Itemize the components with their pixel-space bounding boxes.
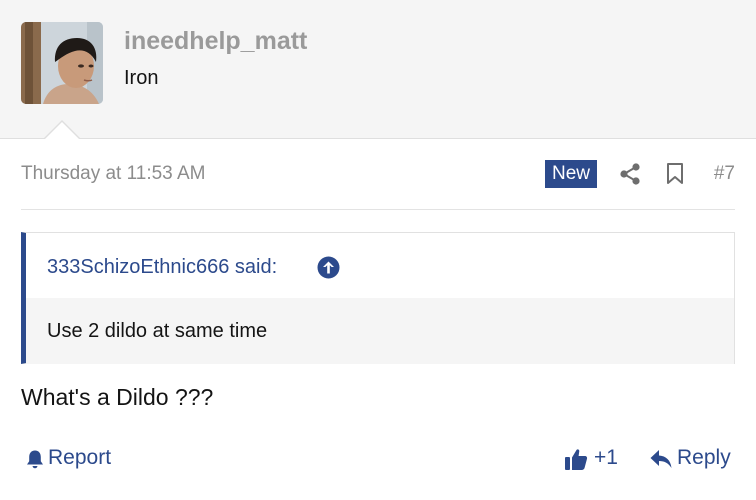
post-number-link[interactable]: #7 bbox=[714, 163, 735, 185]
like-count: +1 bbox=[594, 446, 618, 469]
quote-header: 333SchizoEthnic666 said: bbox=[26, 233, 734, 298]
speech-arrow-fill bbox=[44, 122, 80, 140]
post-message: What's a Dildo ??? bbox=[21, 384, 214, 410]
new-badge: New bbox=[545, 160, 597, 188]
user-title: Iron bbox=[124, 67, 159, 89]
username[interactable]: ineedhelp_matt bbox=[124, 27, 307, 56]
reply-arrow-icon bbox=[650, 449, 672, 469]
quote-block: 333SchizoEthnic666 said: Use 2 dildo at … bbox=[21, 232, 735, 364]
post-date[interactable]: Thursday at 11:53 AM bbox=[21, 163, 205, 185]
thumbs-up-icon bbox=[564, 447, 588, 471]
share-icon[interactable] bbox=[619, 163, 641, 185]
bookmark-icon[interactable] bbox=[666, 163, 684, 185]
avatar[interactable] bbox=[21, 22, 103, 104]
reply-label: Reply bbox=[677, 446, 731, 469]
bell-icon bbox=[25, 449, 45, 469]
post-meta-bar: Thursday at 11:53 AM New #7 bbox=[21, 160, 735, 190]
user-info-block: ineedhelp_matt Iron bbox=[0, 0, 756, 139]
quote-body: Use 2 dildo at same time bbox=[26, 298, 734, 364]
report-label: Report bbox=[48, 446, 112, 469]
quote-author-link[interactable]: 333SchizoEthnic666 said: bbox=[47, 256, 277, 279]
divider bbox=[21, 209, 735, 210]
quote-text: Use 2 dildo at same time bbox=[47, 320, 268, 342]
arrow-up-circle-icon[interactable] bbox=[317, 256, 340, 279]
